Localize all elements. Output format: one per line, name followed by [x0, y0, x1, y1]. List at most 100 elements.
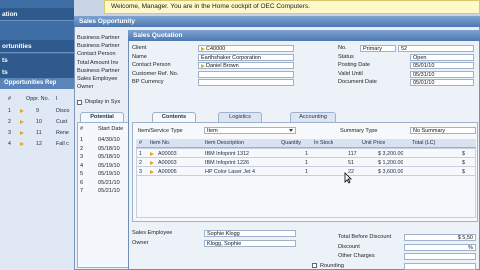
display-in-system-checkbox[interactable]	[77, 100, 82, 105]
potential-row-date: 05/21/10	[98, 188, 120, 194]
series-value: Primary	[363, 46, 382, 52]
tab-logistics[interactable]: Logistics	[218, 112, 262, 122]
quotation-right-label: Status	[338, 53, 354, 60]
item-total: $	[462, 169, 465, 175]
quotation-left-field[interactable]	[198, 70, 294, 78]
summary-type-value: No Summary	[413, 128, 446, 134]
series-select[interactable]: Primary	[360, 45, 396, 52]
quotation-right-field[interactable]: 05/01/10	[410, 79, 474, 86]
item-type-select[interactable]: Item	[204, 127, 296, 134]
items-grid-column-header: Item Description	[205, 140, 244, 146]
total-label: Rounding	[320, 262, 344, 269]
report-row-oppr: 10	[36, 119, 42, 125]
items-grid-column-header: Total (LC)	[412, 140, 436, 146]
item-number: A00005	[158, 169, 177, 175]
total-field[interactable]: %	[404, 243, 476, 251]
link-arrow-icon[interactable]	[150, 170, 154, 174]
link-arrow-icon[interactable]	[201, 46, 205, 51]
potential-row-num: 1	[80, 137, 84, 143]
opportunity-field-label: Total Amount Inv	[77, 59, 119, 66]
link-arrow-icon[interactable]	[20, 120, 24, 124]
report-row-num: 1	[8, 108, 11, 114]
item-description: HP Color Laser Jet 4	[205, 169, 255, 175]
quotation-left-label: BP Currency	[132, 79, 164, 85]
row-number: 2	[139, 160, 142, 166]
link-arrow-icon[interactable]	[20, 142, 24, 146]
tab-contents[interactable]: Contents	[152, 112, 196, 122]
sales-opportunity-title: Sales Opportunity	[74, 16, 480, 27]
total-field[interactable]: $ 5,50	[404, 234, 476, 241]
total-label: Discount	[338, 243, 360, 250]
potential-row-date: 05/19/10	[98, 162, 120, 169]
potential-row-num: 7	[80, 188, 84, 194]
report-row-text: Cust	[56, 119, 68, 125]
potential-row-date: 04/30/10	[98, 137, 120, 143]
potential-row-date: 05/19/10	[98, 171, 120, 177]
quotation-right-field[interactable]: 05/31/10	[410, 70, 474, 78]
report-row-oppr: 11	[36, 130, 42, 136]
opportunities-report-panel	[0, 78, 74, 270]
quotation-bottom-field[interactable]: Klogg, Sophie	[204, 240, 296, 247]
sales-quotation-title: Sales Quotation	[128, 30, 480, 41]
potential-row-num: 6	[80, 179, 84, 186]
quotation-right-field[interactable]: 52	[398, 45, 474, 52]
quotation-right-label: Document Date	[338, 79, 377, 85]
quotation-left-field[interactable]: Earthshaker Corporation	[198, 53, 294, 61]
total-field[interactable]	[404, 253, 476, 260]
potential-row-num: 2	[80, 145, 84, 152]
item-description: IBM Infoprint 1312	[205, 151, 250, 157]
potential-grid	[77, 122, 129, 268]
report-col-oppr: Oppr. No.	[26, 96, 50, 102]
item-type-value: Item	[207, 128, 218, 134]
item-total: $	[462, 151, 465, 157]
item-quantity: 1	[305, 160, 308, 166]
opportunity-field-label: Contact Person	[77, 51, 116, 58]
quotation-left-field[interactable]	[198, 79, 294, 86]
potential-col-start-date: Start Date	[98, 126, 124, 132]
item-unit-price: $ 3,600.00	[378, 169, 404, 175]
items-grid-column-header: Unit Price	[362, 140, 386, 146]
potential-col-num: #	[80, 126, 84, 132]
report-col-num: #	[8, 96, 11, 102]
row-number: 1	[139, 151, 142, 157]
quotation-bottom-label: Owner	[132, 240, 149, 246]
summary-type-label: Summary Type	[340, 128, 378, 134]
total-label: Total Before Discount	[338, 234, 392, 240]
opportunity-field-label: Business Partner	[77, 35, 120, 41]
link-arrow-icon[interactable]	[150, 161, 154, 165]
rounding-checkbox[interactable]	[312, 263, 317, 268]
quotation-right-field[interactable]: 05/01/10	[410, 62, 474, 69]
quotation-right-label: Posting Date	[338, 62, 371, 68]
item-total: $	[462, 160, 465, 166]
items-grid-column-header: In Stock	[314, 140, 334, 146]
quotation-right-field[interactable]: Open	[410, 53, 474, 61]
quotation-left-field[interactable]: C40000	[198, 45, 294, 52]
quotation-left-field[interactable]: Daniel Brown	[198, 62, 294, 69]
sidebar-item-1[interactable]: ortunities	[0, 40, 74, 53]
item-number: A00003	[158, 160, 177, 166]
tab-accounting[interactable]: Accounting	[290, 112, 336, 122]
quotation-left-label: Contact Person	[132, 62, 171, 68]
item-quantity: 1	[305, 169, 308, 175]
link-arrow-icon[interactable]	[20, 109, 24, 113]
potential-row-num: 5	[80, 171, 84, 177]
quotation-right-label: Valid Until	[338, 70, 363, 77]
link-arrow-icon[interactable]	[201, 63, 205, 68]
items-grid-column-header: #	[139, 140, 142, 146]
quotation-left-label: Name	[132, 53, 147, 60]
report-col-i: I	[56, 96, 58, 102]
report-row-text: Rene	[56, 130, 69, 136]
opportunity-field-label: Sales Employee	[77, 76, 118, 82]
opportunities-report-title: Opportunities Rep	[0, 78, 74, 89]
link-arrow-icon[interactable]	[150, 152, 154, 156]
item-in-stock: 117	[348, 151, 357, 157]
link-arrow-icon[interactable]	[20, 131, 24, 135]
sidebar-item-0[interactable]: ation	[0, 8, 74, 21]
summary-type-select[interactable]: No Summary	[410, 127, 476, 134]
item-unit-price: $ 1,200.00	[378, 160, 404, 166]
welcome-banner: Welcome, Manager. You are in the Home co…	[104, 0, 480, 14]
total-field[interactable]	[404, 262, 476, 270]
quotation-bottom-field[interactable]: Sophie Klogg	[204, 230, 296, 237]
tab-potential[interactable]: Potential	[80, 112, 124, 122]
report-row-oppr: 9	[36, 108, 39, 114]
